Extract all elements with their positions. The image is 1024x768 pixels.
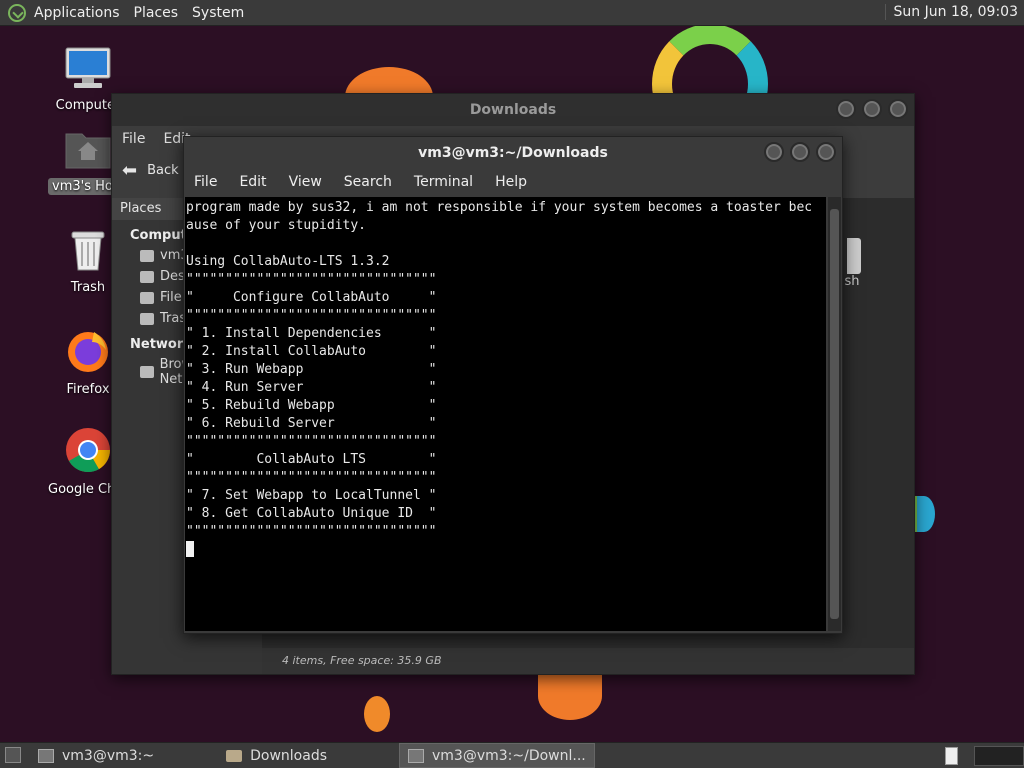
terminal-line: """"""""""""""""""""""""""""""""	[186, 272, 437, 287]
terminal-line: " 1. Install Dependencies "	[186, 326, 437, 341]
close-button[interactable]	[888, 99, 908, 119]
top-panel: Applications Places System Sun Jun 18, 0…	[0, 0, 1024, 26]
clock[interactable]: Sun Jun 18, 09:03	[884, 4, 1018, 20]
minimize-button[interactable]	[764, 142, 784, 162]
home-icon	[140, 249, 154, 262]
menu-file[interactable]: File	[194, 174, 217, 190]
taskbar-item-downloads[interactable]: Downloads	[218, 744, 335, 767]
terminal-line: " 8. Get CollabAuto Unique ID "	[186, 506, 437, 521]
close-button[interactable]	[816, 142, 836, 162]
scrollbar-thumb[interactable]	[830, 209, 839, 619]
menu-search[interactable]: Search	[344, 174, 392, 190]
trash-icon	[140, 312, 154, 325]
maximize-button[interactable]	[862, 99, 882, 119]
terminal-line: program made by sus32, i am not responsi…	[186, 200, 813, 215]
trash-icon	[71, 231, 105, 271]
desktop-icon-label: Trash	[70, 280, 106, 295]
taskbar-item-terminal-home[interactable]: vm3@vm3:~	[30, 744, 162, 767]
minimize-button[interactable]	[836, 99, 856, 119]
home-folder-icon	[65, 133, 111, 169]
terminal-line: " 6. Rebuild Server "	[186, 416, 437, 431]
taskbar-item-terminal-downloads[interactable]: vm3@vm3:~/Downl...	[399, 743, 595, 768]
terminal-line: """"""""""""""""""""""""""""""""	[186, 524, 437, 539]
file-item-label: sh	[844, 274, 860, 289]
places-menu[interactable]: Places	[134, 5, 179, 21]
terminal-icon	[408, 748, 424, 763]
terminal-line: """"""""""""""""""""""""""""""""	[186, 434, 437, 449]
terminal-line	[186, 541, 826, 560]
wallpaper-orange-shape	[364, 696, 390, 732]
system-menu[interactable]: System	[192, 5, 244, 21]
terminal-line: " 3. Run Webapp "	[186, 362, 437, 377]
menu-view[interactable]: View	[289, 174, 322, 190]
terminal-line: " Configure CollabAuto "	[186, 290, 437, 305]
terminal-menubar: File Edit View Search Terminal Help	[184, 169, 842, 195]
menu-file[interactable]: File	[122, 131, 145, 147]
terminal-line: """"""""""""""""""""""""""""""""	[186, 308, 437, 323]
terminal-line: " 7. Set Webapp to LocalTunnel "	[186, 488, 437, 503]
workspace-1[interactable]	[945, 746, 959, 765]
terminal-line: """"""""""""""""""""""""""""""""	[186, 470, 437, 485]
trash-icon	[847, 238, 861, 274]
terminal-icon	[38, 748, 54, 763]
window-title: vm3@vm3:~/Downloads	[184, 137, 842, 169]
terminal-line: " 4. Run Server "	[186, 380, 437, 395]
computer-icon	[65, 47, 111, 88]
workspace-2[interactable]	[974, 745, 1024, 766]
folder-icon	[226, 749, 243, 762]
maximize-button[interactable]	[790, 142, 810, 162]
back-button[interactable]: Back	[147, 163, 179, 178]
menu-terminal[interactable]: Terminal	[414, 174, 473, 190]
terminal-window[interactable]: vm3@vm3:~/Downloads File Edit View Searc…	[183, 136, 843, 634]
terminal-scrollbar[interactable]	[828, 197, 841, 631]
terminal-output[interactable]: program made by sus32, i am not responsi…	[185, 197, 826, 631]
menu-help[interactable]: Help	[495, 174, 527, 190]
firefox-icon	[68, 332, 108, 372]
menu-logo-icon[interactable]	[8, 3, 26, 22]
chrome-icon	[66, 428, 111, 473]
window-title: Downloads	[112, 94, 914, 126]
network-icon	[140, 366, 154, 378]
terminal-text: program made by sus32, i am not responsi…	[185, 197, 826, 560]
bottom-panel: vm3@vm3:~ Downloads vm3@vm3:~/Downl...	[0, 742, 1024, 768]
terminal-line: ause of your stupidity.	[186, 218, 367, 233]
terminal-line: Using CollabAuto-LTS 1.3.2	[186, 254, 390, 269]
terminal-line: " 2. Install CollabAuto "	[186, 344, 437, 359]
status-bar: 4 items, Free space: 35.9 GB	[262, 648, 914, 674]
terminal-cursor	[186, 541, 194, 557]
desktop-icon	[140, 270, 154, 283]
back-arrow-icon[interactable]: ⬅	[122, 160, 137, 181]
workspace-switcher[interactable]	[939, 743, 1024, 768]
show-desktop-icon[interactable]	[5, 747, 21, 763]
drive-icon	[140, 291, 154, 304]
menu-edit[interactable]: Edit	[239, 174, 266, 190]
applications-menu[interactable]: Applications	[34, 5, 120, 21]
terminal-line: " CollabAuto LTS "	[186, 452, 437, 467]
desktop-icon-label: Firefox	[66, 382, 110, 397]
terminal-line: " 5. Rebuild Webapp "	[186, 398, 437, 413]
wallpaper-orange-shape	[538, 672, 602, 720]
